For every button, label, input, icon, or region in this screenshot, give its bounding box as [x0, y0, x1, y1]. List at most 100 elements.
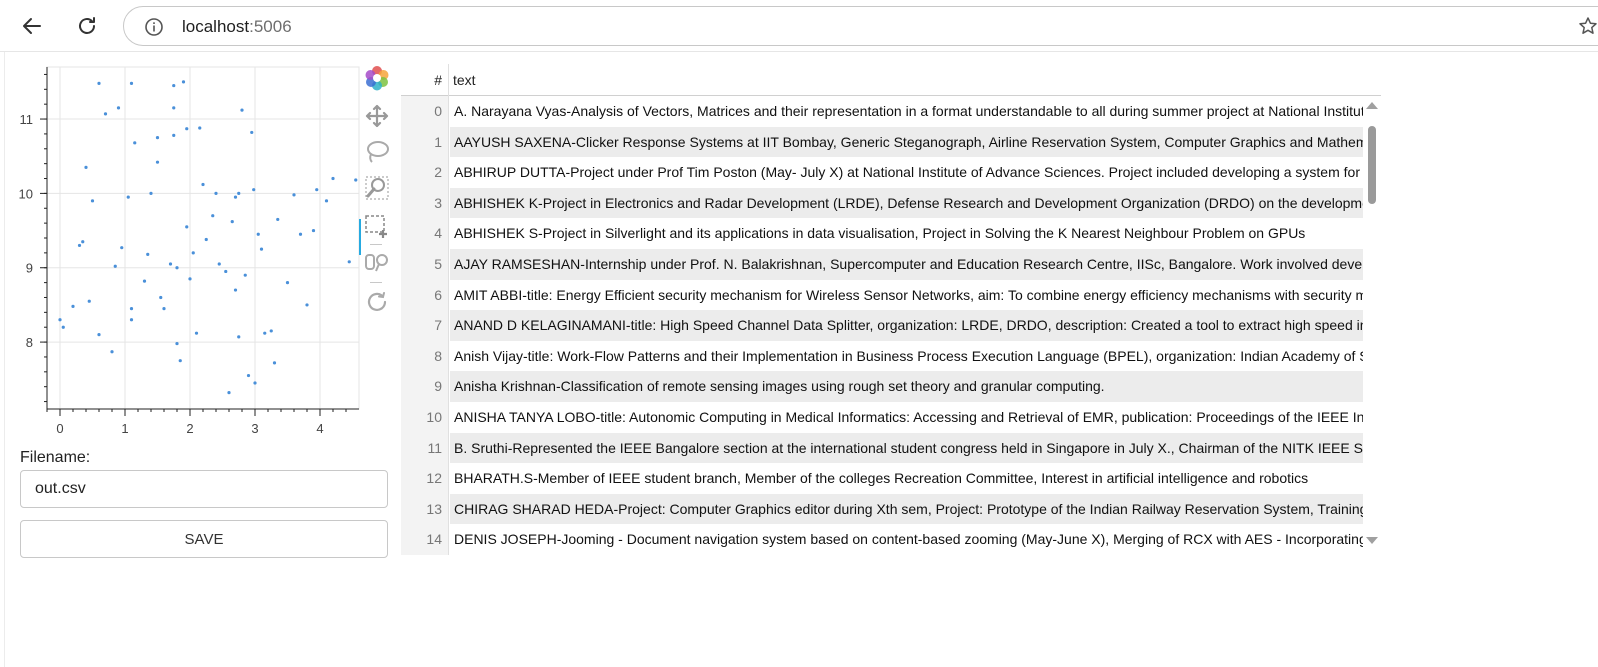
plot-axes: 0 1 2 3 4 8 9 10 11 [19, 67, 359, 436]
table-row[interactable]: 11 B. Sruthi-Represented the IEEE Bangalo… [401, 432, 1363, 464]
scatter-point [155, 160, 160, 164]
save-button[interactable]: SAVE [20, 520, 388, 558]
pan-icon[interactable] [363, 102, 391, 130]
scatter-point [256, 232, 260, 236]
row-index-cell[interactable]: 6 [401, 279, 449, 311]
row-index-cell[interactable]: 11 [401, 432, 449, 464]
row-index-cell[interactable]: 12 [401, 463, 449, 494]
table-row[interactable]: 4 ABHISHEK S-Project in Silverlight and i… [401, 218, 1363, 249]
scatter-point [110, 350, 114, 354]
table-header: # text [401, 64, 1381, 96]
scatter-plot[interactable]: 0 1 2 3 4 8 9 10 11 [5, 52, 405, 452]
row-text-cell[interactable]: ANAND D KELAGINAMANI-title: High Speed C… [450, 310, 1363, 341]
row-index-cell[interactable]: 13 [401, 493, 449, 525]
scatter-point [97, 333, 101, 337]
site-info-icon[interactable] [144, 17, 164, 37]
url-text[interactable]: localhost:5006 [182, 17, 292, 37]
table-row[interactable]: 14 DENIS JOSEPH-Jooming - Document naviga… [401, 524, 1363, 555]
table-row[interactable]: 3 ABHISHEK K-Project in Electronics and R… [401, 187, 1363, 219]
row-index-cell[interactable]: 5 [401, 249, 449, 280]
table-row[interactable]: 6 AMIT ABBI-title: Energy Efficient secur… [401, 279, 1363, 311]
row-index-cell[interactable]: 3 [401, 187, 449, 219]
filename-input[interactable] [20, 470, 388, 508]
address-bar[interactable]: localhost:5006 [123, 6, 1598, 46]
scroll-thumb[interactable] [1368, 126, 1376, 204]
table-row[interactable]: 9 Anisha Krishnan-Classification of remot… [401, 371, 1363, 402]
scatter-point [113, 264, 117, 268]
table-row[interactable]: 1 AAYUSH SAXENA-Clicker Response Systems … [401, 126, 1363, 158]
scatter-point [97, 81, 101, 85]
row-text-cell[interactable]: CHIRAG SHARAD HEDA-Project: Computer Gra… [450, 493, 1363, 525]
row-text-cell[interactable]: ABHIRUP DUTTA-Project under Prof Tim Pos… [450, 157, 1363, 188]
scatter-point [129, 81, 134, 85]
row-text-cell[interactable]: BHARATH.S-Member of IEEE student branch,… [450, 463, 1363, 494]
table-row[interactable]: 10 ANISHA TANYA LOBO-title: Autonomic Com… [401, 402, 1363, 433]
row-index-cell[interactable]: 4 [401, 218, 449, 249]
row-text-cell[interactable]: A. Narayana Vyas-Analysis of Vectors, Ma… [450, 96, 1363, 127]
reset-icon[interactable] [363, 288, 391, 316]
scatter-point [233, 288, 238, 292]
row-index-cell[interactable]: 7 [401, 310, 449, 341]
scroll-down-arrow-icon[interactable] [1366, 537, 1378, 544]
scatter-point [159, 295, 163, 300]
row-text-cell[interactable]: AAYUSH SAXENA-Clicker Response Systems a… [450, 126, 1363, 158]
scatter-point [90, 199, 95, 203]
table-scrollbar[interactable] [1363, 96, 1381, 556]
x-tick-label: 0 [56, 421, 63, 436]
scatter-point [230, 220, 234, 224]
bokeh-logo-icon[interactable] [363, 64, 391, 92]
lasso-select-icon[interactable] [363, 138, 391, 166]
table-row[interactable]: 7 ANAND D KELAGINAMANI-title: High Speed … [401, 310, 1363, 341]
scatter-point [331, 176, 335, 181]
scatter-point [305, 303, 309, 307]
table-row[interactable]: 13 CHIRAG SHARAD HEDA-Project: Computer G… [401, 493, 1363, 525]
hover-icon[interactable] [363, 250, 391, 278]
scatter-point [142, 279, 147, 283]
table-row[interactable]: 2 ABHIRUP DUTTA-Project under Prof Tim Po… [401, 157, 1363, 188]
scatter-point [263, 331, 267, 335]
table-row[interactable]: 0 A. Narayana Vyas-Analysis of Vectors, M… [401, 96, 1363, 127]
scatter-point [259, 247, 264, 251]
row-index-cell[interactable]: 1 [401, 126, 449, 158]
scatter-point [87, 299, 91, 303]
scroll-up-arrow-icon[interactable] [1366, 102, 1378, 109]
row-text-cell[interactable]: ABHISHEK S-Project in Silverlight and it… [450, 218, 1363, 249]
table-row[interactable]: 8 Anish Vijay-title: Work-Flow Patterns a… [401, 340, 1363, 372]
bookmark-star-icon[interactable] [1578, 16, 1598, 36]
row-text-cell[interactable]: B. Sruthi-Represented the IEEE Bangalore… [450, 432, 1363, 464]
y-tick-label: 8 [26, 335, 33, 350]
row-index-cell[interactable]: 0 [401, 96, 449, 127]
scatter-point [240, 108, 244, 112]
filename-label: Filename: [20, 449, 91, 466]
column-header-text[interactable]: text [453, 64, 476, 96]
row-text-cell[interactable]: Anisha Krishnan-Classification of remote… [450, 371, 1363, 402]
toolbar-separator [370, 244, 382, 245]
row-text-cell[interactable]: AMIT ABBI-title: Energy Efficient securi… [450, 280, 1363, 311]
back-button[interactable] [16, 10, 48, 42]
row-text-cell[interactable]: ANISHA TANYA LOBO-title: Autonomic Compu… [450, 402, 1363, 433]
row-index-cell[interactable]: 9 [401, 371, 449, 402]
scatter-point [188, 277, 192, 281]
scatter-point [155, 136, 160, 140]
row-text-cell[interactable]: Anish Vijay-title: Work-Flow Patterns an… [450, 341, 1363, 372]
x-tick-label: 4 [316, 421, 323, 436]
scatter-point [185, 225, 189, 229]
row-text-cell[interactable]: ABHISHEK K-Project in Electronics and Ra… [450, 187, 1363, 219]
table-row[interactable]: 12 BHARATH.S-Member of IEEE student branc… [401, 463, 1363, 494]
active-tool-indicator [359, 219, 361, 255]
row-index-cell[interactable]: 8 [401, 340, 449, 372]
reload-button[interactable] [71, 10, 103, 42]
row-index-cell[interactable]: 14 [401, 524, 449, 555]
row-text-cell[interactable]: DENIS JOSEPH-Jooming - Document navigati… [450, 524, 1363, 555]
scatter-point [129, 318, 134, 322]
table-row[interactable]: 5 AJAY RAMSESHAN-Internship under Prof. N… [401, 249, 1363, 280]
box-select-icon[interactable] [363, 212, 391, 240]
row-text-cell[interactable]: AJAY RAMSESHAN-Internship under Prof. N.… [450, 249, 1363, 280]
column-header-index[interactable]: # [401, 64, 449, 96]
scatter-point [58, 318, 62, 322]
scatter-point [292, 193, 296, 197]
row-index-cell[interactable]: 2 [401, 157, 449, 188]
row-index-cell[interactable]: 10 [401, 402, 449, 433]
zoom-icon[interactable] [363, 174, 391, 202]
plot-grid [47, 67, 359, 409]
